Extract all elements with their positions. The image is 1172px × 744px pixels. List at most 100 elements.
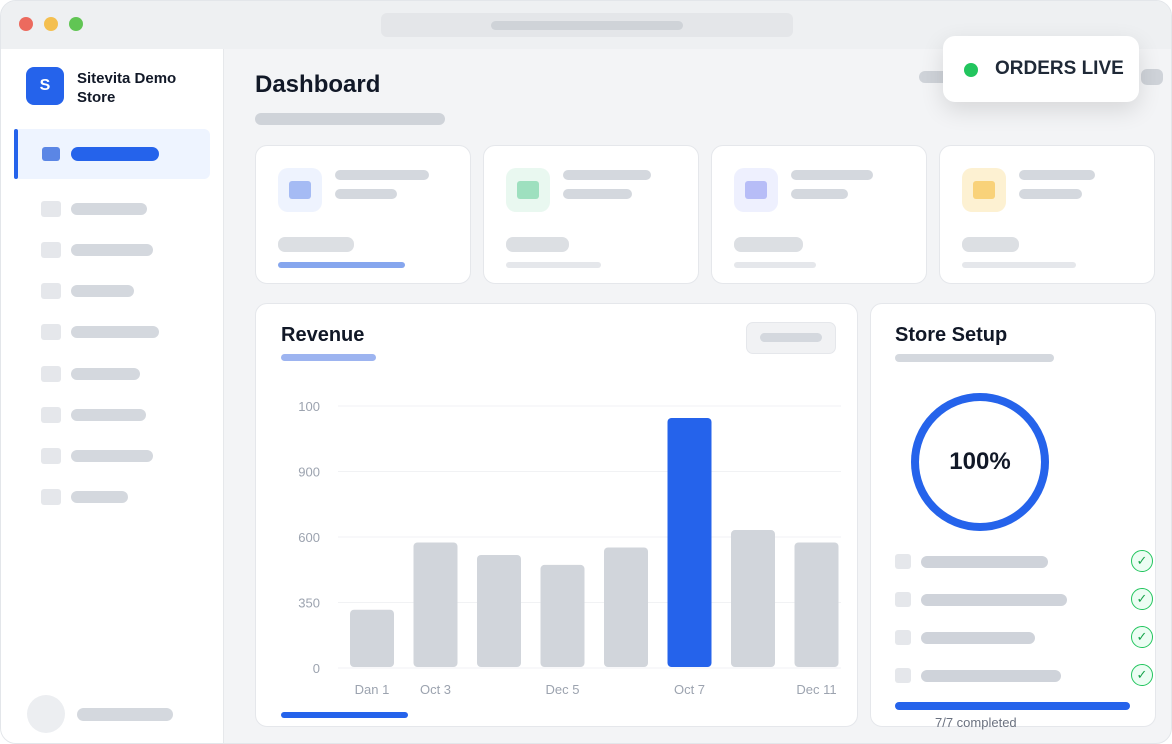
nav-label-placeholder: [71, 203, 147, 215]
chart-bar[interactable]: [413, 542, 458, 668]
check-circle-icon: ✓: [1131, 626, 1153, 648]
chart-bar[interactable]: [477, 554, 521, 667]
chart-bar[interactable]: [731, 530, 775, 667]
store-name: Sitevita Demo Store: [77, 70, 177, 106]
nav-label-placeholder: [71, 244, 153, 256]
stat-icon-amber: [973, 181, 995, 199]
stat-sublabel-placeholder: [791, 189, 848, 199]
nav-icon: [41, 242, 61, 258]
stat-card[interactable]: [255, 145, 471, 284]
task-label-placeholder: [921, 594, 1067, 606]
stat-card[interactable]: [711, 145, 927, 284]
x-tick-label: Dec 5: [546, 682, 580, 697]
revenue-footer-bar: [281, 712, 408, 718]
maximize-window-button[interactable]: [69, 17, 83, 31]
orders-live-badge[interactable]: ORDERS LIVE: [943, 36, 1139, 102]
nav-icon: [42, 147, 60, 161]
minimize-window-button[interactable]: [44, 17, 58, 31]
setup-task[interactable]: ✓: [895, 664, 1153, 688]
stat-value-placeholder: [962, 237, 1019, 252]
nav-icon: [41, 324, 61, 340]
chart-bar-highlighted[interactable]: [667, 418, 712, 667]
stat-progress-bar: [278, 262, 405, 268]
x-tick-label: Oct 3: [420, 682, 451, 697]
x-tick-label: Dan 1: [355, 682, 390, 697]
page-subtitle-placeholder: [255, 113, 445, 125]
nav-icon: [41, 366, 61, 382]
y-tick-label: 350: [298, 596, 320, 611]
nav-icon: [41, 448, 61, 464]
setup-task[interactable]: ✓: [895, 550, 1153, 574]
nav-label-placeholder: [71, 326, 159, 338]
stat-icon-box: [506, 168, 550, 212]
app-window: S Sitevita Demo Store Dashboard Revenue …: [0, 0, 1172, 744]
task-label-placeholder: [921, 670, 1061, 682]
revenue-card: Revenue 100 900 600 350 0 Dan 1 Oct 3 Dec 5 Oct …: [255, 303, 858, 727]
stat-icon-blue: [289, 181, 311, 199]
check-circle-icon: ✓: [1131, 588, 1153, 610]
sidebar-item-active[interactable]: [14, 129, 210, 179]
setup-progress-bar: [895, 702, 1130, 710]
stat-label-placeholder: [563, 170, 651, 180]
stat-value-placeholder: [506, 237, 569, 252]
stat-value-placeholder: [278, 237, 354, 252]
task-label-placeholder: [921, 632, 1035, 644]
nav-icon: [41, 283, 61, 299]
stat-progress-bar: [506, 262, 601, 268]
setup-completed-text: 7/7 completed: [935, 715, 1017, 730]
store-setup-title: Store Setup: [895, 324, 1008, 346]
chart-bar[interactable]: [350, 609, 394, 667]
stat-icon-indigo: [745, 181, 767, 199]
store-setup-subtitle-placeholder: [895, 354, 1054, 362]
revenue-chart: 100 900 600 350 0 Dan 1 Oct 3 Dec 5 Oct 7 Dec 11: [298, 399, 841, 697]
task-icon: [895, 592, 911, 607]
nav-label-placeholder: [71, 409, 146, 421]
store-setup-card: Store Setup 100% ✓ ✓ ✓ ✓ 7/7 completed: [870, 303, 1156, 730]
nav-icon: [41, 201, 61, 217]
chart-bar[interactable]: [794, 542, 839, 668]
stat-progress-bar: [962, 262, 1076, 268]
address-placeholder: [491, 21, 683, 30]
stat-progress-bar: [734, 262, 816, 268]
x-tick-label: Dec 11: [796, 682, 836, 697]
nav-icon: [41, 407, 61, 423]
y-tick-label: 0: [313, 661, 320, 676]
page-title: Dashboard: [255, 71, 381, 98]
header-action-placeholder[interactable]: [1141, 69, 1163, 85]
nav-label-placeholder: [71, 450, 153, 462]
nav-icon: [41, 489, 61, 505]
task-icon: [895, 630, 911, 645]
stat-card[interactable]: [939, 145, 1155, 284]
task-icon: [895, 668, 911, 683]
stat-icon-green: [517, 181, 539, 199]
check-circle-icon: ✓: [1131, 550, 1153, 572]
store-logo[interactable]: S: [26, 67, 64, 105]
stat-sublabel-placeholder: [335, 189, 397, 199]
active-indicator: [14, 129, 18, 179]
stat-label-placeholder: [1019, 170, 1095, 180]
close-window-button[interactable]: [19, 17, 33, 31]
stat-sublabel-placeholder: [1019, 189, 1082, 199]
task-label-placeholder: [921, 556, 1048, 568]
check-circle-icon: ✓: [1131, 664, 1153, 686]
avatar[interactable]: [27, 695, 65, 733]
stat-value-placeholder: [734, 237, 803, 252]
stat-card[interactable]: [483, 145, 699, 284]
setup-percent: 100%: [949, 448, 1011, 475]
setup-task[interactable]: ✓: [895, 588, 1153, 612]
stat-icon-box: [278, 168, 322, 212]
sidebar: S Sitevita Demo Store: [1, 49, 224, 743]
user-name-placeholder: [77, 708, 173, 721]
stat-label-placeholder: [335, 170, 429, 180]
chart-bar[interactable]: [540, 564, 585, 667]
nav-label-placeholder: [71, 491, 128, 503]
address-bar[interactable]: [381, 13, 793, 37]
nav-label-placeholder: [71, 285, 134, 297]
nav-label-placeholder: [71, 147, 159, 161]
chart-bar[interactable]: [604, 547, 648, 667]
x-tick-label: Oct 7: [674, 682, 705, 697]
setup-task[interactable]: ✓: [895, 626, 1153, 650]
stat-label-placeholder: [791, 170, 873, 180]
y-tick-label: 100: [298, 399, 320, 414]
y-tick-label: 600: [298, 530, 320, 545]
